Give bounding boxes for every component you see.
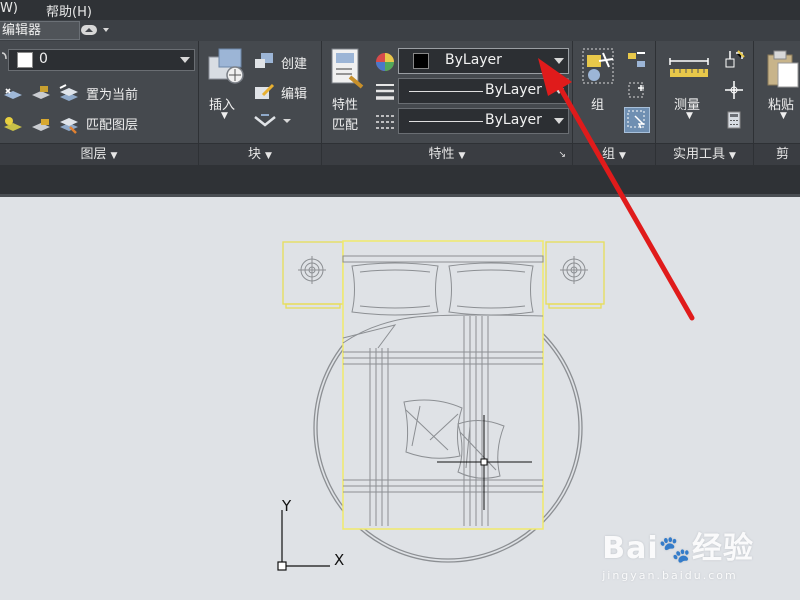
autocad-window: W) 帮助(H) 编辑器 0 置为当前 匹配图层 图层 ▼ 插入 ▼ 创建 编辑… — [0, 0, 800, 600]
annotation-arrow — [538, 58, 695, 321]
arrowhead-icon — [538, 58, 572, 96]
